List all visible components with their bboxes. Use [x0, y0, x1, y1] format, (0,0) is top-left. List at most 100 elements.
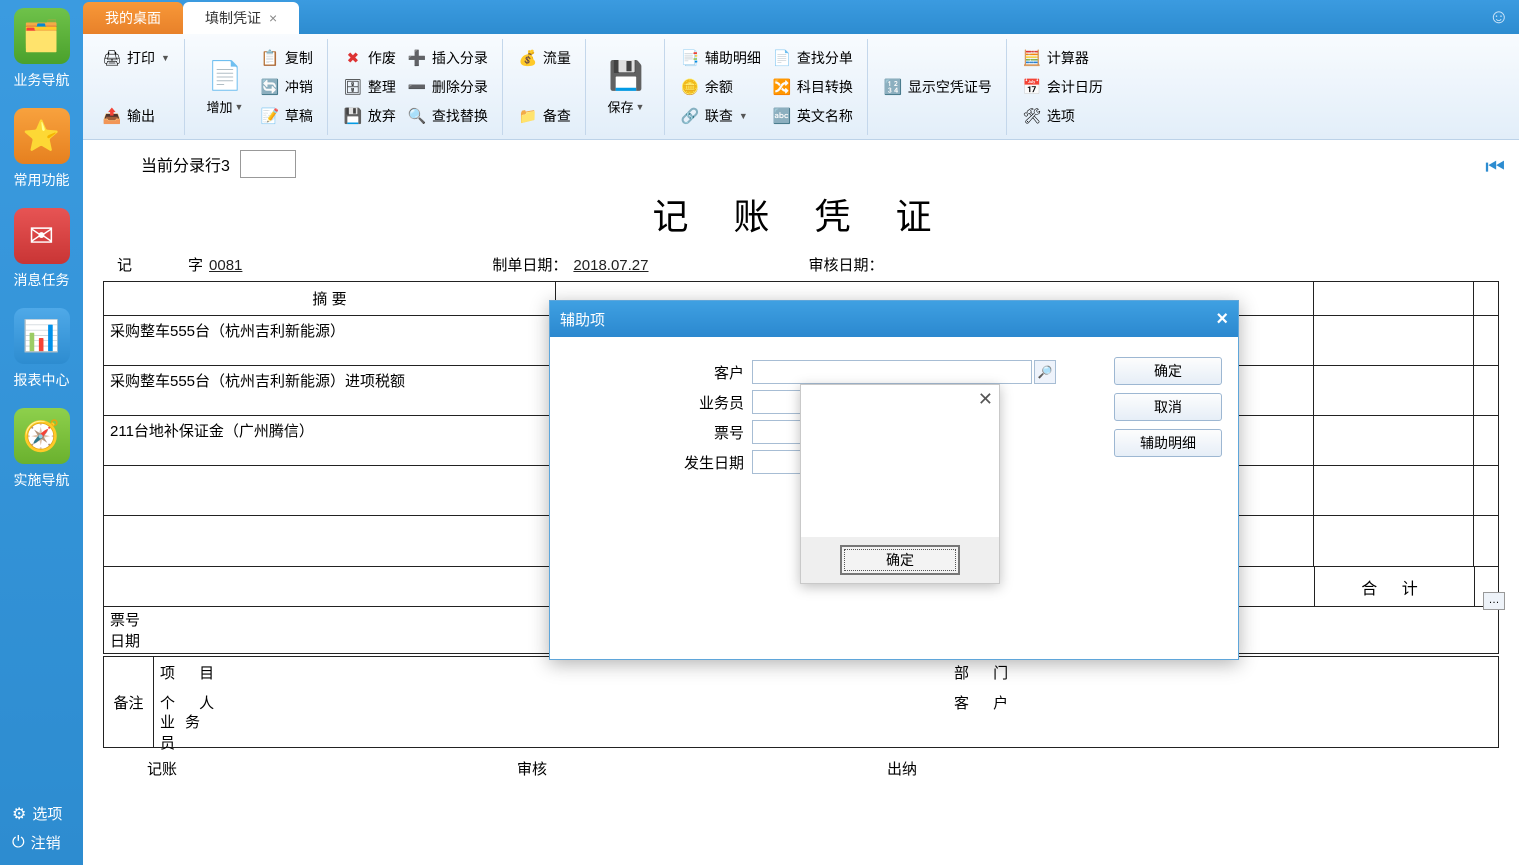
tab-bar: 我的桌面 填制凭证 × ☺: [83, 0, 1519, 34]
sidebar-label: 消息任务: [14, 270, 70, 290]
tab-desktop[interactable]: 我的桌面: [83, 2, 183, 34]
summary-cell[interactable]: [104, 516, 556, 566]
flow-button[interactable]: 💰流量: [513, 45, 577, 71]
english-button[interactable]: 🔤 英文名称: [767, 103, 859, 129]
show-empty-button[interactable]: 🔢显示空凭证号: [878, 74, 998, 100]
remark-person: 个 人: [154, 692, 234, 713]
remark-sales: 业务员: [154, 711, 234, 753]
sidebar-logout[interactable]: ⏻ 注销: [10, 828, 79, 857]
abandon-label: 放弃: [368, 106, 396, 126]
print-label: 打印: [127, 48, 155, 68]
switch-label: 科目转换: [797, 77, 853, 97]
dialog-cancel-button[interactable]: 取消: [1114, 393, 1222, 421]
summary-cell[interactable]: 采购整车555台（杭州吉利新能源）: [104, 316, 556, 365]
del-label: 删除分录: [432, 77, 488, 97]
save-button[interactable]: 💾 保存▼: [596, 42, 656, 132]
en-icon: 🔤: [773, 107, 791, 125]
current-entry-input[interactable]: [240, 150, 296, 178]
zi-label: 字: [188, 254, 203, 275]
col-end: [1474, 282, 1498, 315]
dialog-ok-button[interactable]: 确定: [1114, 357, 1222, 385]
calculator-button[interactable]: 🧮计算器: [1017, 45, 1109, 71]
draft-button[interactable]: 📝草稿: [255, 103, 319, 129]
en-label: 英文名称: [797, 106, 853, 126]
recheck-button[interactable]: 📁备查: [513, 103, 577, 129]
abandon-button[interactable]: 💾放弃: [338, 103, 402, 129]
sidebar-item-biznav[interactable]: 🗂️ 业务导航: [7, 8, 77, 90]
aux-detail-button[interactable]: 📑辅助明细: [675, 45, 767, 71]
occurdate-label: 发生日期: [566, 452, 752, 473]
del-entry-button[interactable]: ➖删除分录: [402, 74, 494, 100]
sidebar-item-impl[interactable]: 🧭 实施导航: [7, 408, 77, 490]
customer-input[interactable]: [752, 360, 1032, 384]
find-replace-button[interactable]: 🔍查找替换: [402, 103, 494, 129]
hedge-button[interactable]: 🔄冲销: [255, 74, 319, 100]
link-icon: 🔗: [681, 107, 699, 125]
total-label: 合 计: [1314, 567, 1474, 606]
tab-desktop-label: 我的桌面: [105, 8, 161, 28]
subject-switch-button[interactable]: 🔀 科目转换: [767, 74, 859, 100]
tools-icon: 🛠: [1023, 107, 1041, 125]
summary-cell[interactable]: 采购整车555台（杭州吉利新能源）进项税额: [104, 366, 556, 415]
tidy-button[interactable]: 🗄整理: [338, 74, 402, 100]
calc-label: 计算器: [1047, 48, 1089, 68]
left-sidebar: 🗂️ 业务导航 ⭐ 常用功能 ✉ 消息任务 📊 报表中心 🧭 实施导航 ⚙ 选项…: [0, 0, 83, 865]
dialog-aux-button[interactable]: 辅助明细: [1114, 429, 1222, 457]
linked-button[interactable]: 🔗联查▼: [675, 103, 767, 129]
nav-first-icon[interactable]: ⏮: [1485, 154, 1505, 180]
biznav-icon: 🗂️: [14, 8, 70, 64]
sign-cashier: 出纳: [887, 758, 917, 779]
inner-popup: ✕ 确定: [800, 384, 1000, 584]
star-icon: ⭐: [14, 108, 70, 164]
tab-close-icon[interactable]: ×: [269, 10, 277, 26]
sidebar-item-common[interactable]: ⭐ 常用功能: [7, 108, 77, 190]
calendar-button[interactable]: 📅会计日历: [1017, 74, 1109, 100]
flow-label: 流量: [543, 48, 571, 68]
tab-voucher[interactable]: 填制凭证 ×: [183, 2, 299, 34]
ticket-label-d: 票号: [566, 422, 752, 443]
insert-icon: ➕: [408, 49, 426, 67]
print-button[interactable]: 🖨 打印 ▼: [97, 45, 176, 71]
sidebar-label: 业务导航: [14, 70, 70, 90]
export-button[interactable]: 📤 输出: [97, 103, 176, 129]
save-label: 保存: [607, 97, 633, 116]
chevron-down-icon: ▼: [635, 102, 644, 112]
sidebar-item-reports[interactable]: 📊 报表中心: [7, 308, 77, 390]
gear-icon: ⚙: [12, 804, 26, 824]
remark-dept: 部 门: [954, 662, 1034, 683]
sidebar-item-messages[interactable]: ✉ 消息任务: [7, 208, 77, 290]
sidebar-label: 实施导航: [14, 470, 70, 490]
options-button[interactable]: 🛠选项: [1017, 103, 1109, 129]
voucher-number[interactable]: 0081: [209, 257, 242, 274]
add-label: 增加: [206, 97, 232, 116]
balance-label: 余额: [705, 77, 733, 97]
more-button[interactable]: …: [1483, 592, 1505, 610]
popup-ok-button[interactable]: 确定: [840, 545, 960, 575]
lookup-icon[interactable]: 🔎: [1034, 360, 1056, 384]
sidebar-options[interactable]: ⚙ 选项: [10, 799, 79, 828]
sign-audit: 审核: [517, 758, 547, 779]
add-button[interactable]: 📄 增加▼: [195, 42, 255, 132]
makedate-value[interactable]: 2018.07.27: [573, 257, 648, 274]
copy-button[interactable]: 📋复制: [255, 45, 319, 71]
summary-cell[interactable]: [104, 466, 556, 515]
popup-close-icon[interactable]: ✕: [978, 389, 993, 410]
void-button[interactable]: ✖作废: [338, 45, 402, 71]
remark-project: 项 目: [154, 662, 234, 683]
compass-icon: 🧭: [14, 408, 70, 464]
chevron-down-icon: ▼: [161, 53, 170, 63]
switch-icon: 🔀: [773, 78, 791, 96]
void-icon: ✖: [344, 49, 362, 67]
summary-cell[interactable]: 211台地补保证金（广州腾信）: [104, 416, 556, 465]
chevron-down-icon: ▼: [739, 111, 748, 121]
balance-button[interactable]: 🪙余额: [675, 74, 767, 100]
insert-entry-button[interactable]: ➕插入分录: [402, 45, 494, 71]
dialog-close-icon[interactable]: ×: [1216, 308, 1228, 331]
doc-search-icon: 📄: [773, 49, 791, 67]
find-single-button[interactable]: 📄查找分单: [767, 45, 859, 71]
current-entry-label: 当前分录行3: [141, 152, 230, 176]
smiley-icon[interactable]: ☺: [1489, 6, 1509, 29]
auditdate-label: 审核日期：: [809, 254, 884, 275]
search-icon: 🔍: [408, 107, 426, 125]
dialog-titlebar[interactable]: 辅助项 ×: [550, 301, 1238, 337]
